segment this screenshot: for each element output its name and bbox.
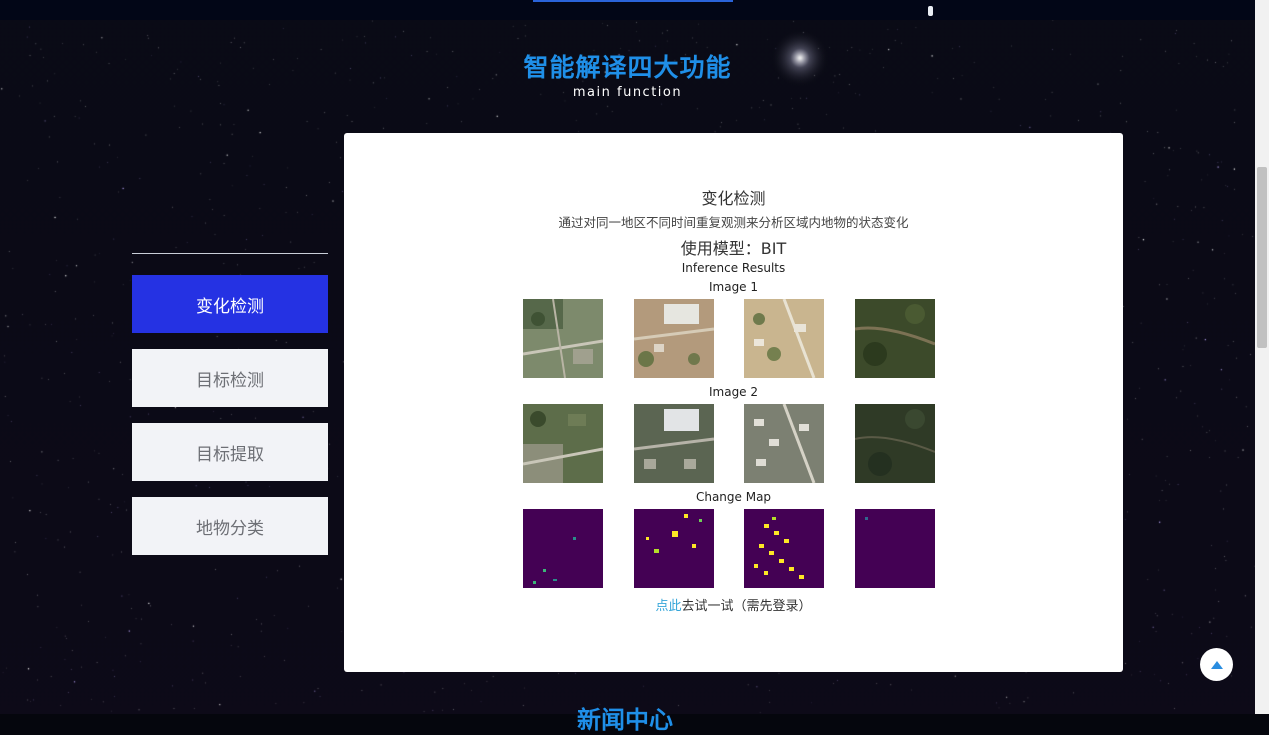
panel-model: 使用模型：BIT xyxy=(680,239,787,258)
news-section-title: 新闻中心 xyxy=(577,706,673,734)
image1-thumb-4 xyxy=(855,299,935,378)
try-it-link[interactable]: 点此 xyxy=(655,599,681,614)
change-map-4 xyxy=(855,509,935,588)
change-map-3 xyxy=(744,509,824,588)
image2-thumb-2 xyxy=(634,404,714,483)
function-detail-panel: 变化检测 通过对同一地区不同时间重复观测来分析区域内地物的状态变化 使用模型：B… xyxy=(344,133,1123,672)
panel-description: 通过对同一地区不同时间重复观测来分析区域内地物的状态变化 xyxy=(558,215,909,230)
menu-item-change-detection[interactable]: 变化检测 xyxy=(132,275,328,333)
image1-thumb-2 xyxy=(634,299,714,378)
page-scrollbar[interactable] xyxy=(1255,0,1269,714)
nav-indicator xyxy=(928,6,933,16)
image2-thumb-3 xyxy=(744,404,824,483)
menu-item-object-detection[interactable]: 目标检测 xyxy=(132,349,328,407)
menu-item-object-extraction[interactable]: 目标提取 xyxy=(132,423,328,481)
image2-thumb-4 xyxy=(855,404,935,483)
image2-thumb-1 xyxy=(523,404,603,483)
panel-title: 变化检测 xyxy=(701,189,766,208)
image1-thumb-3 xyxy=(744,299,824,378)
section-subtitle: main function xyxy=(572,85,683,100)
back-to-top-button[interactable] xyxy=(1200,648,1233,681)
try-it-text: 去试一试（需先登录） xyxy=(681,599,812,614)
nav-active-underline xyxy=(533,0,733,2)
figure-row1-label: Image 1 xyxy=(708,280,759,294)
figure-row3-label: Change Map xyxy=(695,490,772,504)
figure-heading: Inference Results xyxy=(681,261,786,275)
top-nav-bar xyxy=(0,0,1255,20)
menu-item-land-classification[interactable]: 地物分类 xyxy=(132,497,328,555)
section-title: 智能解译四大功能 xyxy=(523,53,732,82)
function-menu: 变化检测 目标检测 目标提取 地物分类 xyxy=(132,275,328,571)
change-map-2 xyxy=(634,509,714,588)
menu-divider xyxy=(132,253,328,254)
change-map-1 xyxy=(523,509,603,588)
image1-thumb-1 xyxy=(523,299,603,378)
try-it-line: 点此去试一试（需先登录） xyxy=(344,595,1123,614)
figure-row2-label: Image 2 xyxy=(708,385,759,399)
scrollbar-thumb[interactable] xyxy=(1257,167,1267,348)
arrow-up-icon xyxy=(1210,660,1223,669)
